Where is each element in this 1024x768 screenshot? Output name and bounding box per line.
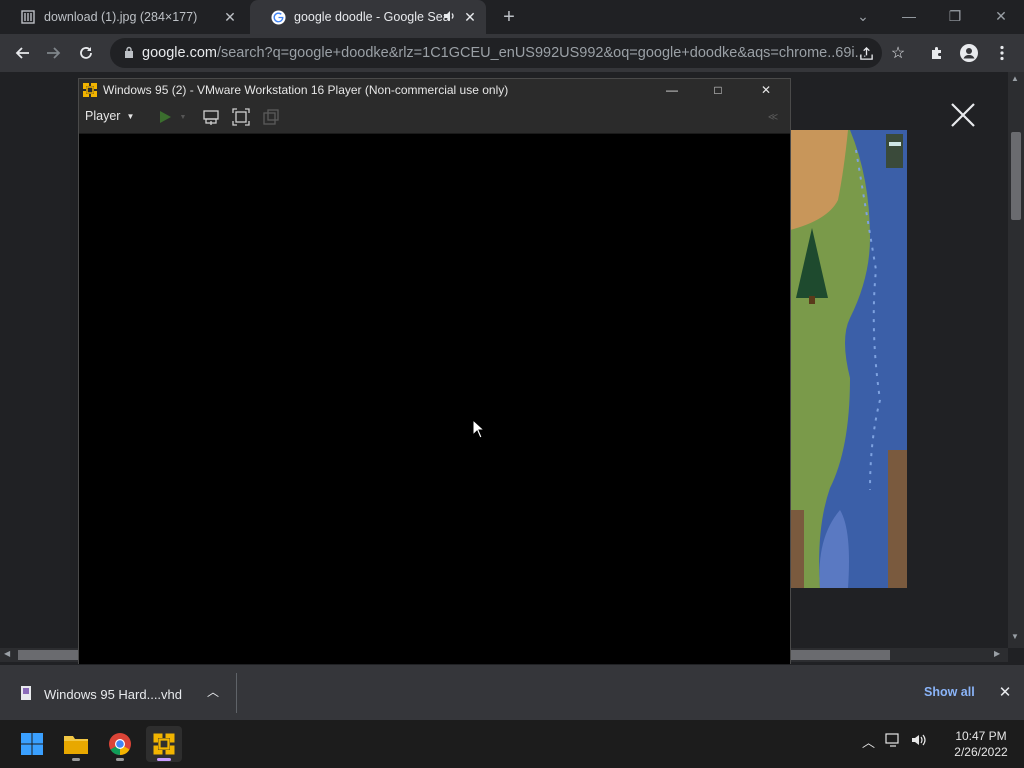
vmware-toolbar: Player ▼ ▼ ≪ xyxy=(79,101,790,134)
show-all-button[interactable]: Show all xyxy=(924,685,975,699)
player-menu-label: Player xyxy=(85,109,121,123)
vmware-player-window[interactable]: Windows 95 (2) - VMware Workstation 16 P… xyxy=(78,78,791,665)
scroll-right-arrow-icon[interactable]: ▶ xyxy=(994,649,1000,658)
running-indicator xyxy=(72,758,80,761)
taskbar: ︿ 10:47 PM 2/26/2022 xyxy=(0,720,1024,768)
profile-avatar-icon[interactable] xyxy=(956,40,982,66)
vm-minimize-button[interactable]: — xyxy=(649,79,695,101)
vm-maximize-button[interactable]: □ xyxy=(695,79,741,101)
scroll-left-arrow-icon[interactable]: ◀ xyxy=(4,649,10,658)
shelf-divider xyxy=(236,673,237,713)
tab-google-doodle[interactable]: google doodle - Google Sea ✕ xyxy=(250,0,486,34)
file-explorer-icon[interactable] xyxy=(58,726,94,762)
forward-button[interactable] xyxy=(41,40,67,66)
play-dropdown-arrow-icon[interactable]: ▼ xyxy=(177,107,189,127)
close-window-button[interactable]: ✕ xyxy=(978,0,1024,32)
play-icon[interactable] xyxy=(155,107,175,127)
reload-button[interactable] xyxy=(73,40,99,66)
minimize-button[interactable]: — xyxy=(886,0,932,32)
clock-time: 10:47 PM xyxy=(955,729,1007,743)
close-shelf-icon[interactable]: ✕ xyxy=(996,684,1014,702)
doodle-game-image[interactable] xyxy=(790,130,907,588)
vmware-taskbar-icon[interactable] xyxy=(146,726,182,762)
collapse-toolbar-icon[interactable]: ≪ xyxy=(763,107,783,127)
download-item[interactable]: Windows 95 Hard....vhd xyxy=(18,685,182,704)
new-tab-button[interactable]: + xyxy=(498,6,520,28)
tab-close-icon[interactable]: ✕ xyxy=(462,9,478,25)
volume-icon[interactable] xyxy=(911,733,927,750)
active-indicator xyxy=(157,758,171,761)
send-ctrl-alt-del-icon[interactable] xyxy=(201,107,221,127)
network-icon[interactable] xyxy=(885,733,901,750)
scroll-up-arrow-icon[interactable]: ▲ xyxy=(1011,74,1019,83)
running-indicator xyxy=(116,758,124,761)
tab-search-chevron-icon[interactable]: ⌄ xyxy=(840,0,886,32)
google-g-icon xyxy=(270,9,286,25)
chrome-icon[interactable] xyxy=(102,726,138,762)
lock-icon[interactable] xyxy=(124,46,134,61)
scroll-down-arrow-icon[interactable]: ▼ xyxy=(1011,632,1019,641)
restore-button[interactable]: ❐ xyxy=(932,0,978,32)
url-path: /search?q=google+doodke&rlz=1C1GCEU_enUS… xyxy=(216,45,867,61)
share-icon[interactable] xyxy=(853,40,879,66)
vertical-scroll-thumb[interactable] xyxy=(1011,132,1021,220)
mouse-cursor-icon xyxy=(472,418,486,444)
address-bar[interactable]: google.com /search?q=google+doodke&rlz=1… xyxy=(110,38,882,68)
fit-guest-icon[interactable] xyxy=(231,107,251,127)
bookmark-star-icon[interactable]: ☆ xyxy=(885,40,911,66)
windows-start-icon[interactable] xyxy=(14,726,50,762)
browser-menu-icon[interactable] xyxy=(989,40,1015,66)
speaker-icon[interactable] xyxy=(442,9,456,26)
vmware-window-title: Windows 95 (2) - VMware Workstation 16 P… xyxy=(103,83,509,97)
url-host: google.com xyxy=(142,45,217,61)
vmware-logo-icon xyxy=(82,82,98,98)
taskbar-clock[interactable]: 10:47 PM 2/26/2022 xyxy=(944,728,1018,760)
back-button[interactable] xyxy=(9,40,35,66)
tab-label: google doodle - Google Sea xyxy=(294,10,450,24)
guest-display[interactable] xyxy=(79,135,790,664)
download-file-name: Windows 95 Hard....vhd xyxy=(44,687,183,702)
tab-close-icon[interactable]: ✕ xyxy=(222,9,238,25)
extensions-puzzle-icon[interactable] xyxy=(924,40,950,66)
dropdown-arrow-icon: ▼ xyxy=(126,111,135,121)
tab-label: download (1).jpg (284×177) xyxy=(44,10,198,24)
clock-date: 2/26/2022 xyxy=(954,745,1008,759)
system-tray: ︿ xyxy=(862,732,927,751)
chevron-up-icon[interactable]: ︿ xyxy=(862,732,875,751)
image-doc-icon xyxy=(20,9,36,25)
vm-close-button[interactable]: ✕ xyxy=(743,79,789,101)
chevron-up-icon[interactable]: ︿ xyxy=(204,683,222,701)
unity-mode-icon[interactable] xyxy=(261,107,281,127)
download-shelf: Windows 95 Hard....vhd ︿ Show all ✕ xyxy=(0,664,1024,720)
overlay-close-icon[interactable] xyxy=(944,96,982,134)
player-menu-button[interactable]: Player ▼ xyxy=(85,109,134,123)
file-icon xyxy=(18,685,34,704)
tab-download-image[interactable]: download (1).jpg (284×177) ✕ xyxy=(0,0,246,34)
